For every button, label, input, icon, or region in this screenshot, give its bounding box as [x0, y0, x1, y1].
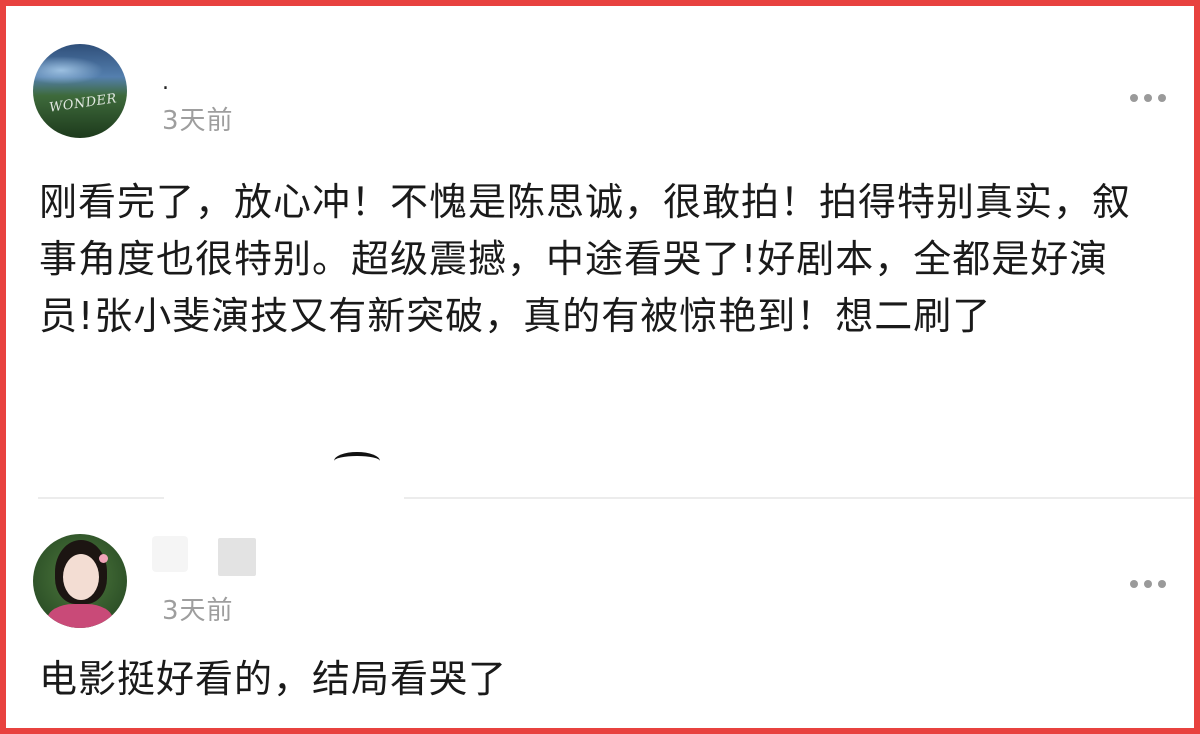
comment-item: 3天前 电影挺好看的，结局看哭了: [6, 526, 1194, 728]
comment-text: 电影挺好看的，结局看哭了: [39, 657, 508, 701]
dot: [1130, 94, 1138, 102]
username-redacted: [218, 538, 256, 576]
avatar[interactable]: WONDER: [33, 44, 127, 138]
avatar-face: [63, 554, 99, 600]
avatar-flower: [99, 554, 108, 563]
avatar-signature: WONDER: [48, 91, 118, 116]
dot: [1158, 580, 1166, 588]
comment-text: 刚看完了，放心冲！不愧是陈思诚，很敢拍！拍得特别真实，叙事角度也很特别。超级震撼…: [39, 180, 1132, 338]
more-dots-icon[interactable]: [1130, 94, 1166, 102]
dot: [1130, 580, 1138, 588]
avatar-body: [47, 604, 113, 628]
comment-timestamp: 3天前: [162, 106, 234, 136]
comment-timestamp: 3天前: [162, 596, 234, 626]
comment-divider: [404, 497, 1194, 499]
username-redacted: [152, 536, 188, 572]
scribble-mark: [334, 452, 380, 470]
username[interactable]: .: [162, 72, 169, 94]
comment-divider: [38, 497, 164, 499]
dot: [1144, 580, 1152, 588]
dot: [1144, 94, 1152, 102]
more-dots-icon[interactable]: [1130, 580, 1166, 588]
avatar[interactable]: [33, 534, 127, 628]
dot: [1158, 94, 1166, 102]
comment-feed-frame: WONDER . 3天前 刚看完了，放心冲！不愧是陈思诚，很敢拍！拍得特别真实，…: [0, 0, 1200, 734]
comment-item: WONDER . 3天前 刚看完了，放心冲！不愧是陈思诚，很敢拍！拍得特别真实，…: [6, 36, 1194, 486]
